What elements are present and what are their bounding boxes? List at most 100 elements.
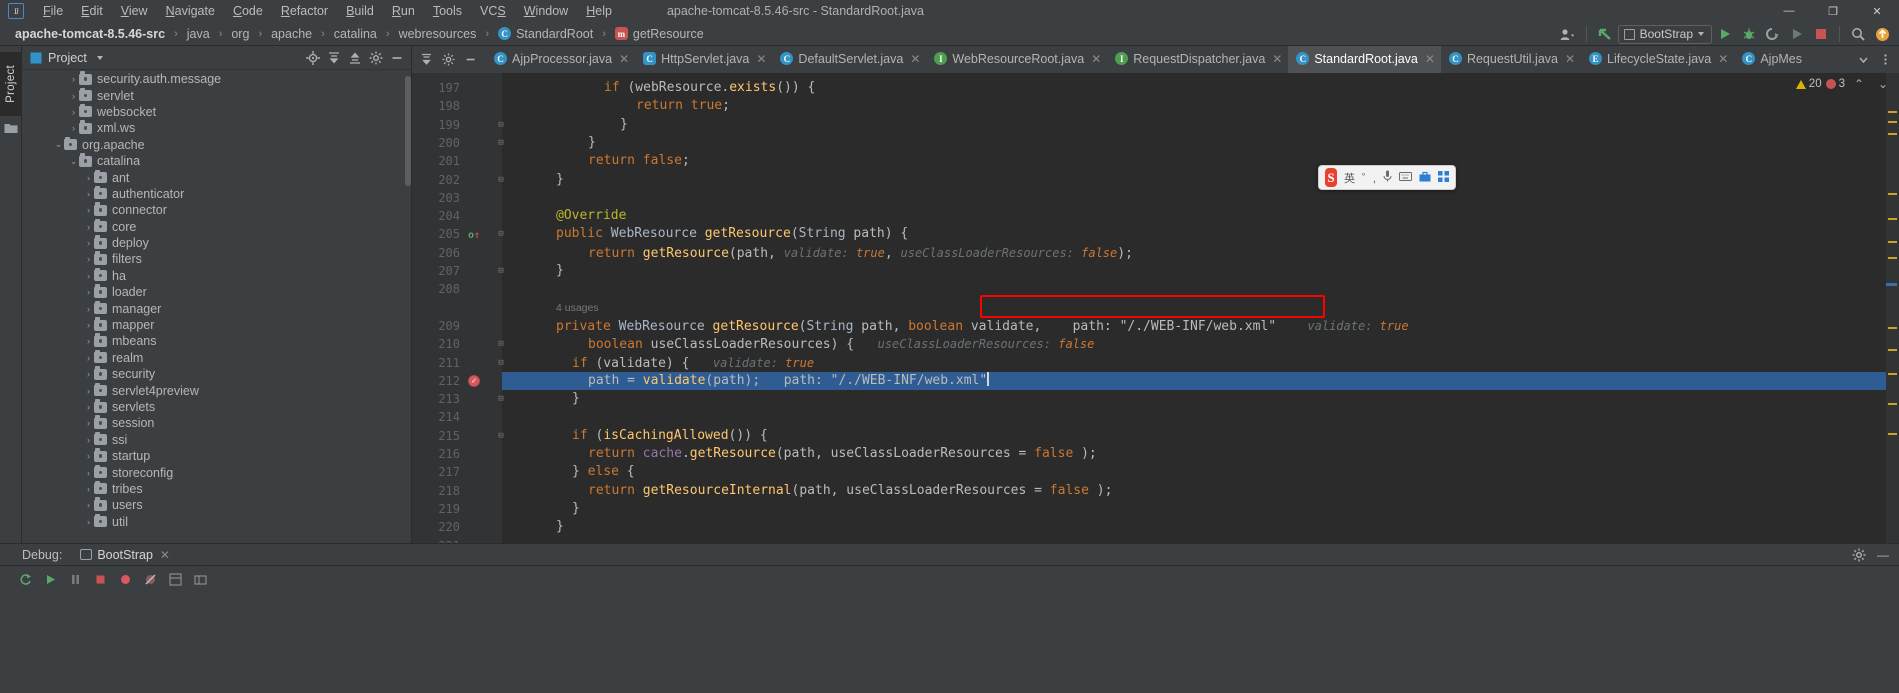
chevron-right-icon[interactable]: › — [83, 320, 94, 331]
settings-icon[interactable] — [1849, 545, 1869, 565]
tree-node[interactable]: › loader — [22, 284, 404, 300]
toolbox-icon[interactable] — [1419, 171, 1431, 185]
prev-problem-icon[interactable]: ⌃ — [1849, 74, 1869, 94]
code-fold-icon[interactable]: ⊟ — [496, 134, 506, 152]
restore-layout-icon[interactable] — [193, 572, 208, 587]
code-line[interactable]: 211 ⊟ if (validate) { validate: true — [412, 354, 1899, 372]
editor-tab[interactable]: I WebResourceRoot.java ✕ — [926, 46, 1107, 73]
code-line[interactable]: 214 — [412, 408, 1899, 426]
breadcrumb-item-catalina[interactable]: catalina — [331, 26, 380, 42]
vcs-update-icon[interactable] — [1594, 23, 1616, 45]
tree-node[interactable]: › core — [22, 218, 404, 235]
chevron-down-icon[interactable]: ⌄ — [53, 139, 64, 150]
tool-window-button-project[interactable]: Project — [0, 52, 22, 116]
close-icon[interactable]: ✕ — [754, 52, 766, 66]
run-configuration-selector[interactable]: BootStrap — [1617, 24, 1712, 44]
tree-node[interactable]: › manager — [22, 300, 404, 316]
tree-node[interactable]: › websocket — [22, 103, 404, 120]
chevron-right-icon[interactable]: › — [68, 90, 79, 101]
inspection-status[interactable]: 20 3 ⌃ ⌄ — [1795, 73, 1899, 95]
chevron-right-icon[interactable]: › — [83, 205, 94, 216]
chevron-down-icon[interactable]: ⌄ — [68, 156, 79, 167]
maximize-button[interactable]: ❐ — [1811, 0, 1855, 22]
code-line[interactable]: 209 private WebResource getResource(Strin… — [412, 317, 1899, 335]
menu-view[interactable]: View — [112, 0, 157, 22]
minimize-button[interactable]: — — [1767, 0, 1811, 22]
tree-node[interactable]: › security.auth.message — [22, 71, 404, 87]
expand-icon[interactable] — [345, 48, 365, 68]
tree-node[interactable]: › mapper — [22, 317, 404, 333]
code-line[interactable]: 200 ⊟} — [412, 134, 1899, 152]
tree-node[interactable]: › xml.ws — [22, 120, 404, 136]
chevron-right-icon[interactable]: › — [83, 434, 94, 445]
tree-node[interactable]: › startup — [22, 448, 404, 464]
editor-tab[interactable]: C DefaultServlet.java ✕ — [772, 46, 926, 73]
chevron-right-icon[interactable]: › — [83, 352, 94, 363]
resume-icon[interactable] — [43, 572, 58, 587]
editor-tab[interactable]: C AjpProcessor.java ✕ — [486, 46, 635, 73]
code-line[interactable]: 220} — [412, 518, 1899, 536]
chevron-right-icon[interactable]: › — [83, 402, 94, 413]
tree-node[interactable]: › users — [22, 497, 404, 513]
code-fold-icon[interactable]: ⊟ — [496, 116, 506, 134]
code-line[interactable]: 218 return getResourceInternal(path, useC… — [412, 482, 1899, 500]
code-line[interactable]: 210 ⊟ boolean useClassLoaderResources) { u… — [412, 335, 1899, 353]
tree-node[interactable]: › realm — [22, 349, 404, 366]
mute-breakpoints-icon[interactable] — [143, 572, 158, 587]
code-fold-icon[interactable]: ⊟ — [496, 171, 506, 189]
tree-node[interactable]: › ssi — [22, 431, 404, 448]
code-fold-icon[interactable]: ⊟ — [496, 335, 506, 353]
chevron-right-icon[interactable]: › — [83, 254, 94, 265]
code-line[interactable]: 203 — [412, 189, 1899, 207]
editor-tab[interactable]: C StandardRoot.java ✕ — [1288, 46, 1441, 73]
code-line[interactable]: 215 ⊟ if (isCachingAllowed()) { — [412, 427, 1899, 445]
editor-marker-bar[interactable] — [1886, 73, 1899, 543]
user-icon[interactable] — [1557, 23, 1579, 45]
hide-icon[interactable] — [387, 48, 407, 68]
close-icon[interactable]: ✕ — [617, 52, 629, 66]
chevron-right-icon[interactable]: › — [83, 369, 94, 380]
chevron-right-icon[interactable]: › — [83, 287, 94, 298]
close-icon[interactable]: ✕ — [158, 548, 170, 562]
tree-node[interactable]: › util — [22, 513, 404, 530]
keyboard-icon[interactable] — [1399, 171, 1412, 184]
editor-tab[interactable]: C HttpServlet.java ✕ — [635, 46, 772, 73]
tree-node[interactable]: › mbeans — [22, 333, 404, 349]
error-count[interactable]: 3 — [1825, 78, 1845, 90]
layout-settings-icon[interactable] — [168, 572, 183, 587]
tree-node[interactable]: › authenticator — [22, 185, 404, 202]
code-line[interactable]: 217} else { — [412, 463, 1899, 481]
editor-tab[interactable]: C RequestUtil.java ✕ — [1441, 46, 1581, 73]
tree-node[interactable]: ⌄ org.apache — [22, 136, 404, 153]
code-fold-icon[interactable]: ⊟ — [496, 262, 506, 280]
breadcrumb-item-webresources[interactable]: webresources — [396, 26, 480, 42]
code-line[interactable]: 197 if (webResource.exists()) { — [412, 79, 1899, 97]
rerun-icon[interactable] — [18, 572, 33, 587]
close-icon[interactable]: ✕ — [1716, 52, 1728, 66]
chevron-right-icon[interactable]: › — [83, 516, 94, 527]
chevron-right-icon[interactable]: › — [83, 483, 94, 494]
breadcrumb-item-standardroot[interactable]: C StandardRoot — [495, 26, 596, 42]
close-button[interactable]: ✕ — [1855, 0, 1899, 22]
chevron-down-icon[interactable] — [1853, 50, 1873, 70]
code-line[interactable]: 202 ⊟} — [412, 171, 1899, 189]
tree-node[interactable]: › deploy — [22, 235, 404, 251]
settings-icon[interactable] — [366, 48, 386, 68]
coverage-icon[interactable] — [1762, 23, 1784, 45]
stop-icon[interactable] — [1810, 23, 1832, 45]
chevron-right-icon[interactable]: › — [83, 451, 94, 462]
folder-icon[interactable] — [4, 122, 18, 134]
next-problem-icon[interactable]: ⌄ — [1873, 74, 1893, 94]
code-fold-icon[interactable]: ⊟ — [496, 225, 506, 243]
menu-build[interactable]: Build — [337, 0, 383, 22]
menu-edit[interactable]: Edit — [72, 0, 112, 22]
chevron-right-icon[interactable]: › — [68, 123, 79, 134]
chevron-right-icon[interactable]: › — [83, 467, 94, 478]
microphone-icon[interactable] — [1383, 170, 1392, 185]
code-line[interactable]: 205 ⊟ o↑ public WebResource getResource(Str… — [412, 225, 1899, 243]
menu-run[interactable]: Run — [383, 0, 424, 22]
locate-icon[interactable] — [303, 48, 323, 68]
code-editor[interactable]: 197 if (webResource.exists()) {198 return … — [412, 73, 1899, 543]
chevron-right-icon[interactable]: › — [68, 106, 79, 117]
tree-node[interactable]: › ha — [22, 267, 404, 284]
